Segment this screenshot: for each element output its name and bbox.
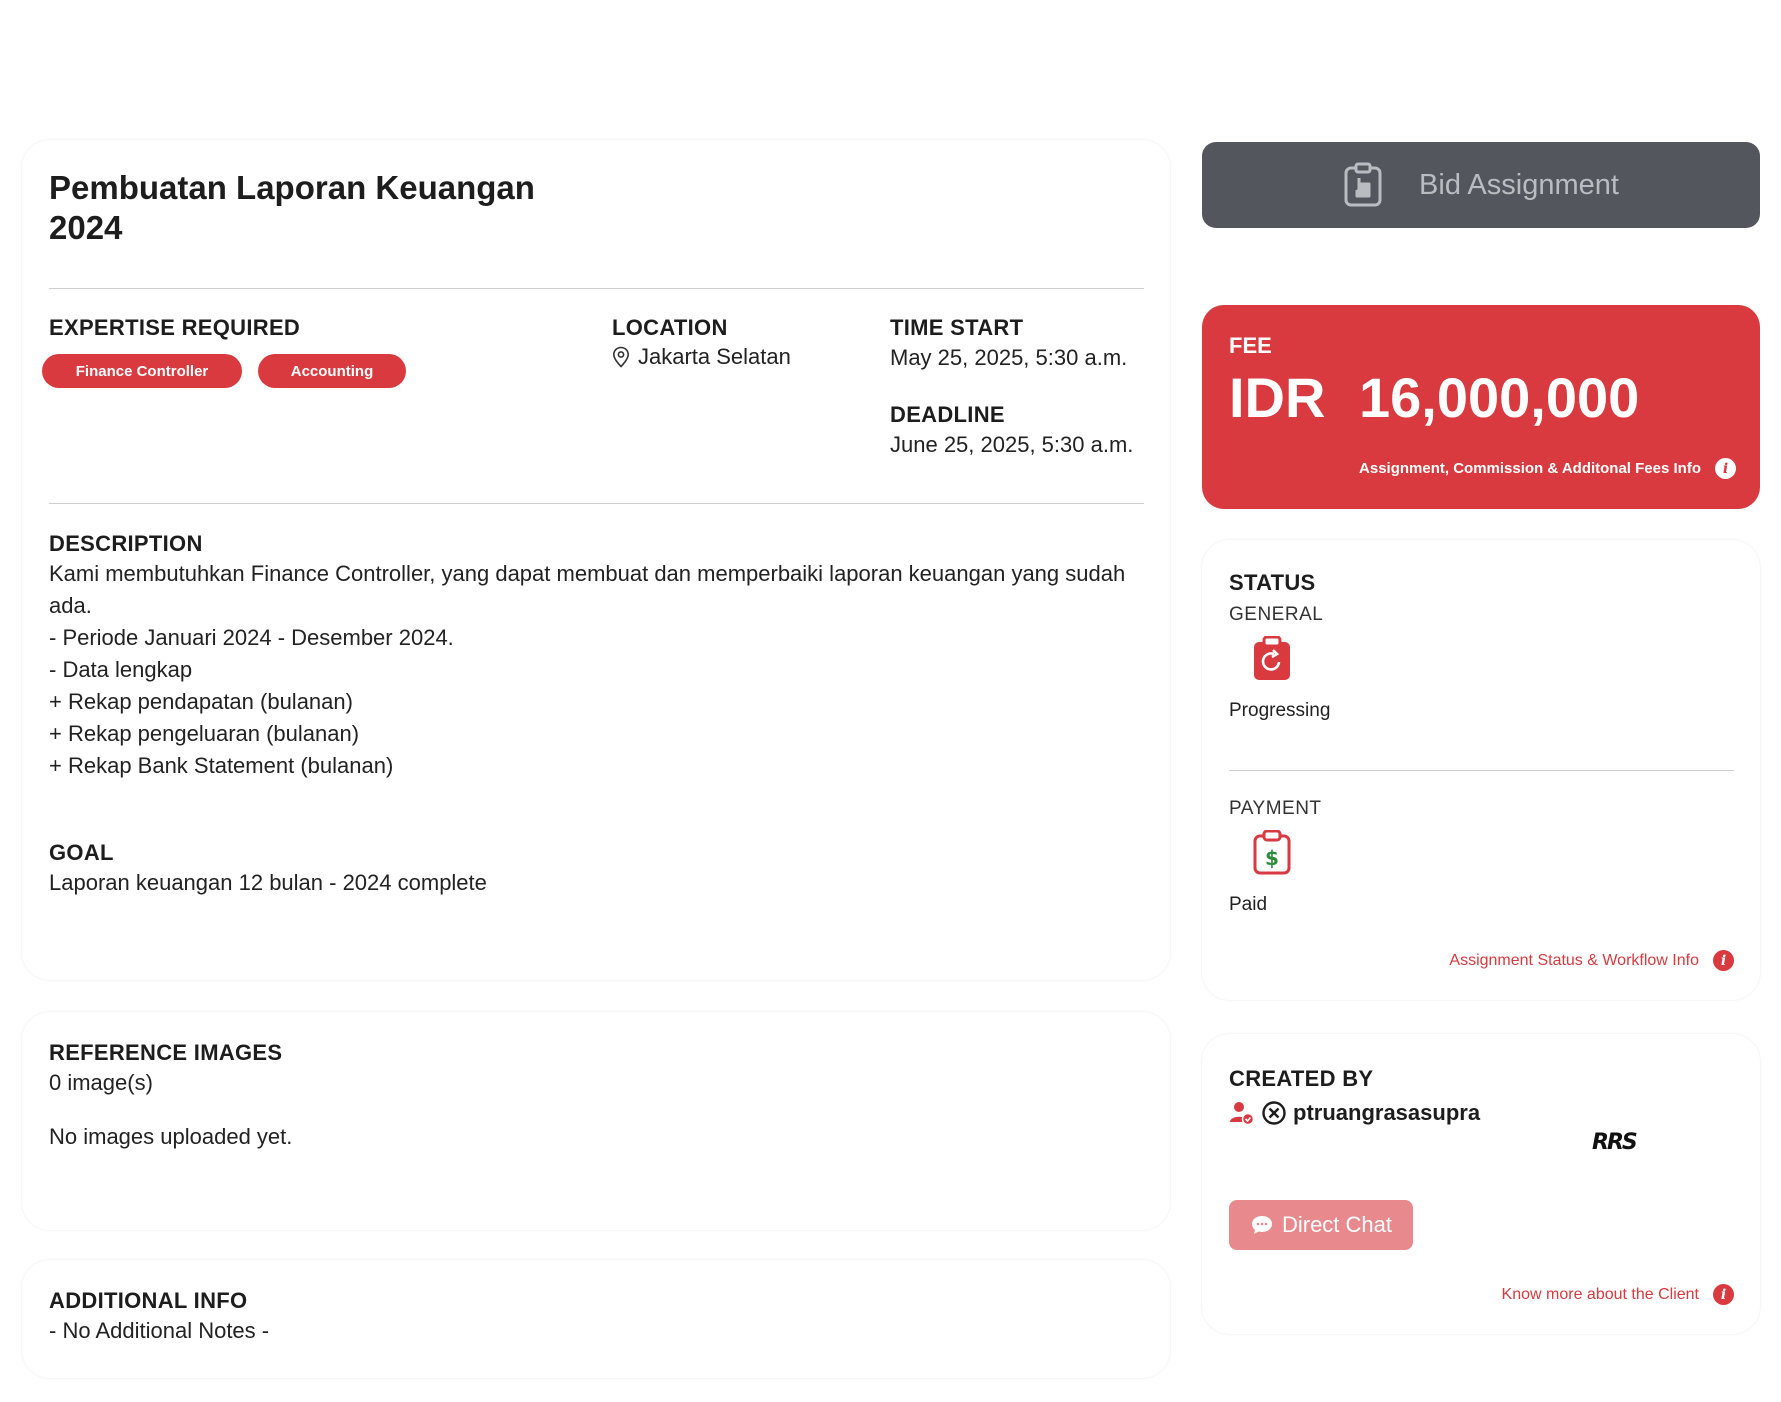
location-text: Jakarta Selatan [638, 344, 791, 369]
general-status-value: Progressing [1229, 700, 1331, 721]
status-label: STATUS [1229, 570, 1316, 595]
expertise-tag[interactable]: Finance Controller [42, 354, 242, 388]
goal-text: Laporan keuangan 12 bulan - 2024 complet… [49, 870, 487, 895]
direct-chat-button[interactable]: Direct Chat [1229, 1200, 1413, 1250]
user-verified-icon [1230, 1102, 1255, 1126]
divider [49, 288, 1144, 289]
bid-assignment-label: Bid Assignment [1419, 168, 1619, 201]
general-status-label: GENERAL [1229, 604, 1324, 625]
assignment-detail-page: Pembuatan Laporan Keuangan 2024 EXPERTIS… [0, 0, 1781, 1402]
client-logo: RRS [1592, 1130, 1638, 1155]
page-title: Pembuatan Laporan Keuangan 2024 [49, 169, 535, 246]
divider [1229, 770, 1734, 771]
deadline-label: DEADLINE [890, 402, 1005, 427]
clipboard-hand-icon [1344, 162, 1382, 207]
map-pin-icon [612, 346, 630, 368]
time-start-value: May 25, 2025, 5:30 a.m. [890, 345, 1128, 370]
status-info-label: Assignment Status & Workflow Info [1449, 951, 1699, 969]
direct-chat-label: Direct Chat [1281, 1212, 1393, 1237]
additional-info-card: ADDITIONAL INFO - No Additional Notes - [22, 1260, 1170, 1378]
chat-bubble-icon [1251, 1216, 1272, 1234]
created-by-label: CREATED BY [1229, 1066, 1374, 1091]
info-icon: i [1715, 458, 1736, 479]
creator-username: ptruangrasasupra [1293, 1100, 1481, 1125]
created-by-card: CREATED BY ptruangrasasupra RRS Direct C… [1202, 1034, 1760, 1334]
clipboard-dollar-icon: $ [1253, 830, 1291, 875]
bid-assignment-button[interactable]: Bid Assignment [1202, 142, 1760, 228]
clipboard-progress-icon [1254, 636, 1290, 680]
status-info-link[interactable]: Assignment Status & Workflow Info i [1449, 950, 1734, 971]
payment-status-value: Paid [1229, 894, 1268, 915]
svg-text:$: $ [1265, 846, 1279, 870]
location-label: LOCATION [612, 315, 728, 340]
deadline-value: June 25, 2025, 5:30 a.m. [890, 432, 1134, 457]
info-icon: i [1713, 950, 1734, 971]
expertise-tag[interactable]: Accounting [258, 354, 406, 388]
fee-info-label: Assignment, Commission & Additonal Fees … [1359, 460, 1701, 477]
client-info-label: Know more about the Client [1501, 1285, 1699, 1303]
info-icon: i [1713, 1284, 1734, 1305]
description-label: DESCRIPTION [49, 531, 203, 556]
reference-images-label: REFERENCE IMAGES [49, 1040, 283, 1065]
fee-info-link[interactable]: Assignment, Commission & Additonal Fees … [1359, 458, 1736, 479]
additional-info-label: ADDITIONAL INFO [49, 1288, 248, 1313]
reference-images-empty: No images uploaded yet. [49, 1124, 293, 1149]
creator[interactable]: ptruangrasasupra [1229, 1100, 1480, 1126]
location-value: Jakarta Selatan [612, 344, 791, 370]
fee-card: FEE IDR 16,000,000 Assignment, Commissio… [1202, 305, 1760, 509]
additional-info-text: - No Additional Notes - [49, 1318, 270, 1343]
circle-x-icon [1262, 1101, 1286, 1125]
fee-amount: IDR 16,000,000 [1229, 366, 1640, 429]
reference-images-count: 0 image(s) [49, 1070, 153, 1095]
client-info-link[interactable]: Know more about the Client i [1502, 1284, 1734, 1305]
description-text: Kami membutuhkan Finance Controller, yan… [49, 561, 1126, 778]
payment-status-label: PAYMENT [1229, 798, 1322, 819]
fee-label: FEE [1229, 333, 1272, 358]
expertise-label: EXPERTISE REQUIRED [49, 315, 301, 340]
reference-images-card: REFERENCE IMAGES 0 image(s) No images up… [22, 1012, 1170, 1230]
goal-label: GOAL [49, 840, 114, 865]
time-start-label: TIME START [890, 315, 1024, 340]
divider [49, 503, 1144, 504]
status-card: STATUS GENERAL Progressing PAYMENT $ Pai… [1202, 540, 1760, 1000]
assignment-main-card: Pembuatan Laporan Keuangan 2024 EXPERTIS… [22, 140, 1170, 980]
